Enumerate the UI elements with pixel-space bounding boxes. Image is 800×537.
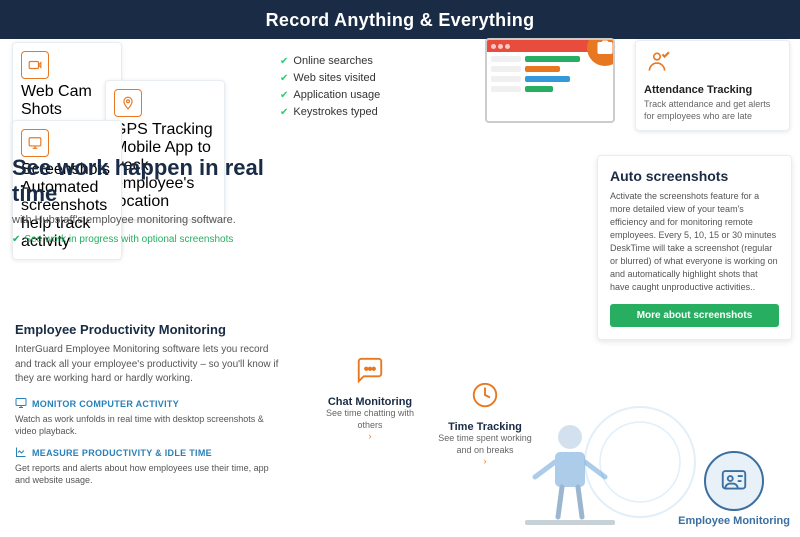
- screenshots-icon: [21, 129, 49, 157]
- productivity-title: MEASURE PRODUCTIVITY & IDLE TIME: [15, 446, 280, 460]
- checklist-item-4: Keystrokes typed: [280, 106, 380, 118]
- page-wrapper: Record Anything & Everything Web Cam Sho…: [0, 0, 800, 537]
- hero-title: See work happen in real time: [12, 155, 292, 208]
- webcam-title: Web Cam Shots: [21, 83, 113, 119]
- gps-icon: [114, 89, 142, 117]
- monitor-activity-title: MONITOR COMPUTER ACTIVITY: [15, 397, 280, 411]
- productivity-feature: MEASURE PRODUCTIVITY & IDLE TIME Get rep…: [15, 446, 280, 487]
- employee-monitoring-icon: [704, 451, 764, 511]
- attendance-icon: [644, 49, 781, 81]
- checklist-item-1: Online searches: [280, 55, 380, 67]
- emp-productivity-title: Employee Productivity Monitoring: [15, 322, 280, 337]
- checklist: Online searches Web sites visited Applic…: [280, 55, 380, 123]
- chat-monitoring-title: Chat Monitoring: [315, 396, 425, 408]
- productivity-desc: Get reports and alerts about how employe…: [15, 462, 280, 487]
- monitor-activity-icon: [15, 397, 27, 411]
- person-desk-illustration: [520, 412, 620, 537]
- banner-title: Record Anything & Everything: [266, 10, 535, 30]
- monitor-illustration: [485, 38, 635, 148]
- hero-section: See work happen in real time with Hubsta…: [12, 155, 292, 245]
- hero-text: See work happen in real time with Hubsta…: [12, 155, 292, 245]
- chat-monitoring-desc: See time chatting with others: [315, 408, 425, 431]
- attendance-title: Attendance Tracking: [644, 84, 781, 96]
- top-banner: Record Anything & Everything: [0, 0, 800, 39]
- emp-productivity-intro: InterGuard Employee Monitoring software …: [15, 343, 280, 387]
- monitor-frame: [485, 38, 615, 123]
- productivity-icon: [15, 446, 27, 460]
- hero-check-line: See work in progress with optional scree…: [12, 234, 292, 245]
- checklist-item-3: Application usage: [280, 89, 380, 101]
- checklist-item-2: Web sites visited: [280, 72, 380, 84]
- employee-productivity-section: Employee Productivity Monitoring InterGu…: [0, 310, 295, 507]
- chat-icon: [315, 355, 425, 392]
- chat-monitoring-link[interactable]: ›: [315, 431, 425, 441]
- monitor-activity-desc: Watch as work unfolds in real time with …: [15, 413, 280, 438]
- auto-screenshots-title: Auto screenshots: [610, 168, 779, 184]
- webcam-icon: [21, 51, 49, 79]
- gps-title: GPS Tracking: [114, 121, 216, 139]
- attendance-card: Attendance Tracking Track attendance and…: [635, 40, 790, 131]
- attendance-desc: Track attendance and get alerts for empl…: [644, 99, 781, 122]
- hero-subtitle: with Hubstaff's employee monitoring soft…: [12, 214, 292, 226]
- auto-screenshots-desc: Activate the screenshots feature for a m…: [610, 190, 779, 294]
- chat-monitoring-card: Chat Monitoring See time chatting with o…: [315, 355, 425, 441]
- monitor-activity-feature: MONITOR COMPUTER ACTIVITY Watch as work …: [15, 397, 280, 438]
